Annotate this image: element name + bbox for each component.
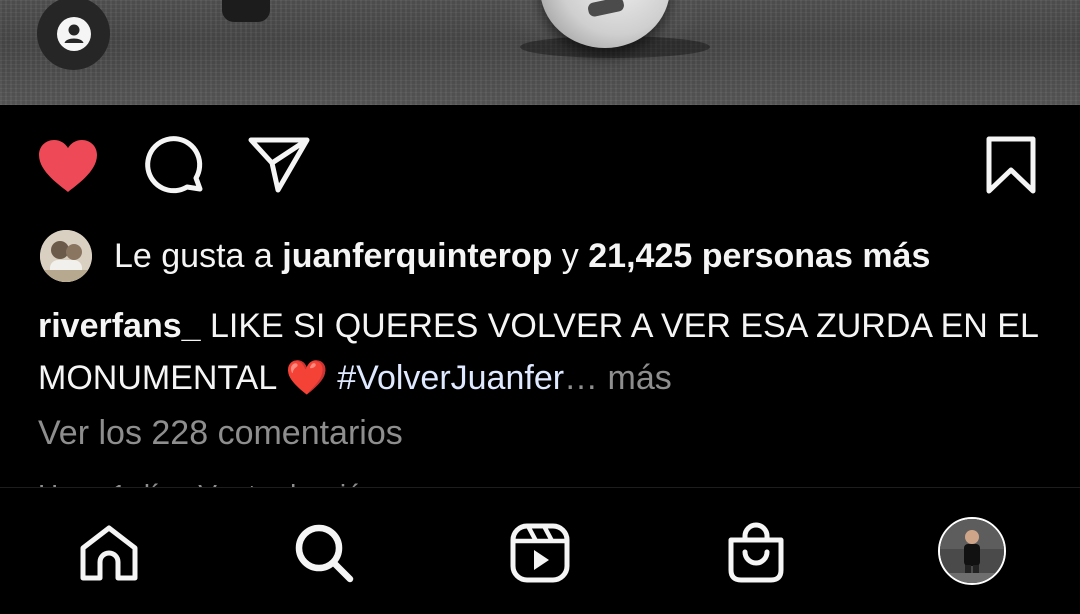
view-comments-link[interactable]: Ver los 228 comentarios — [38, 414, 403, 453]
reels-icon[interactable] — [509, 522, 571, 584]
caption-ellipsis: … — [564, 359, 599, 397]
user-tag-button[interactable] — [37, 0, 110, 70]
caption-more-link[interactable]: más — [598, 359, 671, 397]
search-icon[interactable] — [293, 522, 355, 584]
likes-summary[interactable]: Le gusta a juanferquinterop y 21,425 per… — [40, 230, 930, 282]
post-photo[interactable] — [0, 0, 1080, 105]
likes-prefix: Le gusta a — [114, 236, 283, 275]
caption-username[interactable]: riverfans_ — [38, 307, 201, 345]
post-action-bar — [0, 130, 1080, 200]
bottom-navigation — [0, 487, 1080, 614]
photo-shoe — [222, 0, 270, 22]
share-send-icon[interactable] — [248, 136, 310, 194]
liker-avatar[interactable] — [40, 230, 92, 282]
profile-avatar[interactable] — [938, 517, 1006, 585]
likes-connector: y — [552, 236, 589, 275]
home-icon[interactable] — [78, 524, 140, 582]
likes-count[interactable]: 21,425 personas más — [588, 237, 930, 276]
caption-hashtag[interactable]: #VolverJuanfer — [337, 359, 564, 397]
post-caption: riverfans_ LIKE SI QUERES VOLVER A VER E… — [38, 300, 1048, 404]
liker-avatar-image — [40, 230, 92, 282]
profile-avatar-image — [940, 519, 1004, 583]
like-heart-icon[interactable] — [37, 138, 99, 194]
shopping-bag-icon[interactable] — [727, 522, 785, 584]
bookmark-icon[interactable] — [985, 135, 1037, 195]
user-tag-icon — [56, 16, 91, 51]
likes-username[interactable]: juanferquinterop — [282, 237, 552, 276]
comment-icon[interactable] — [144, 135, 206, 197]
